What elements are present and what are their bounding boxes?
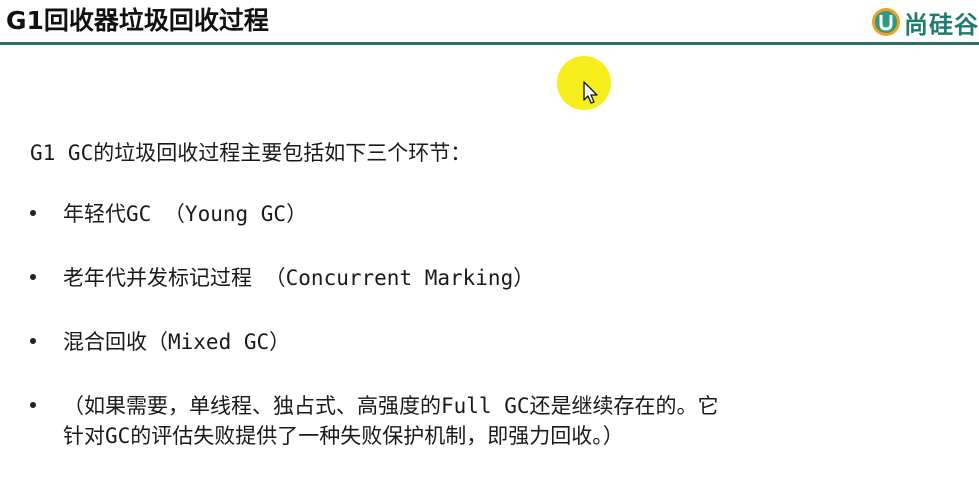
brand-logo: 尚硅谷: [871, 5, 979, 39]
brand-logo-text: 尚硅谷: [904, 10, 979, 39]
bullet-text: 混合回收（Mixed GC）: [63, 330, 291, 354]
bullet-dot-icon: [30, 338, 36, 344]
slide-title: G1回收器垃圾回收过程: [6, 6, 269, 35]
bullet-text: 年轻代GC （Young GC）: [63, 202, 308, 226]
bullet-list: 年轻代GC （Young GC） 老年代并发标记过程 （Concurrent M…: [30, 199, 950, 451]
bullet-young-gc: 年轻代GC （Young GC）: [30, 199, 950, 229]
bullet-dot-icon: [30, 274, 36, 280]
slide-body: G1 GC的垃圾回收过程主要包括如下三个环节： 年轻代GC （Young GC）…: [30, 138, 950, 451]
mouse-pointer-icon: [583, 81, 598, 104]
slide-header: G1回收器垃圾回收过程 尚硅谷: [0, 0, 979, 45]
slide: G1回收器垃圾回收过程 尚硅谷 G1 GC的垃圾回收过程主要包括如下三个环节： …: [0, 0, 979, 495]
bullet-dot-icon: [30, 402, 36, 408]
bullet-full-gc-note: （如果需要，单线程、独占式、高强度的Full GC还是继续存在的。它 针对GC的…: [30, 391, 950, 451]
bullet-concurrent-marking: 老年代并发标记过程 （Concurrent Marking）: [30, 263, 950, 293]
bullet-text-line-1: （如果需要，单线程、独占式、高强度的Full GC还是继续存在的。它: [63, 394, 719, 418]
bullet-text-line-2: 针对GC的评估失败提供了一种失败保护机制，即强力回收。）: [63, 424, 624, 448]
bullet-mixed-gc: 混合回收（Mixed GC）: [30, 327, 950, 357]
bullet-text: 老年代并发标记过程 （Concurrent Marking）: [63, 266, 535, 290]
u-logo-icon: [872, 8, 900, 36]
title-divider: [0, 42, 979, 45]
bullet-dot-icon: [30, 210, 36, 216]
intro-text: G1 GC的垃圾回收过程主要包括如下三个环节：: [30, 141, 472, 165]
